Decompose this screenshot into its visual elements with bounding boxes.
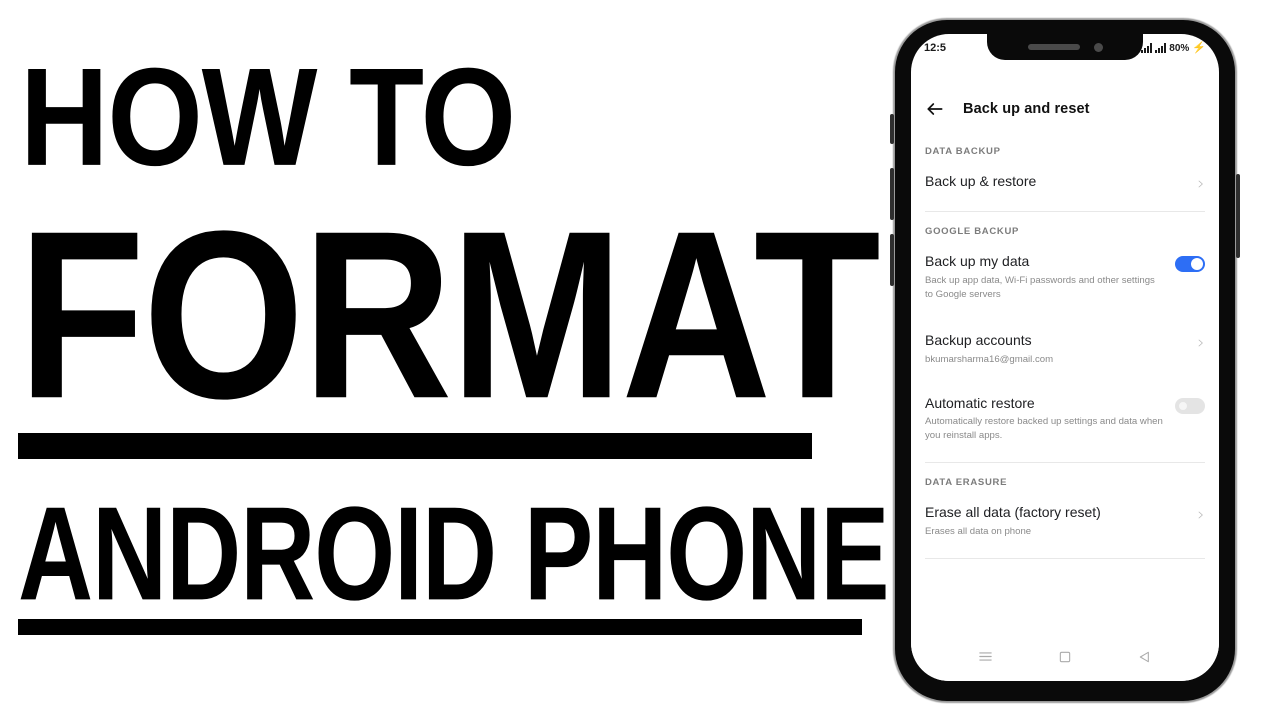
chevron-right-icon[interactable] <box>1196 176 1205 192</box>
title-rule-thin <box>18 619 862 635</box>
row-subtitle: bkumarsharma16@gmail.com <box>925 353 1054 365</box>
list-item-erase-all-data[interactable]: Erase all data (factory reset) Erases al… <box>925 502 1205 541</box>
row-subtitle: Back up app data, Wi-Fi passwords and ot… <box>925 274 1155 300</box>
row-control[interactable] <box>1175 394 1205 414</box>
battery-percent-label: 80% <box>1169 42 1190 54</box>
bolt-icon: ⚡ <box>1192 41 1206 54</box>
section-header-google-backup: GOOGLE BACKUP <box>925 226 1020 237</box>
row-title: Back up & restore <box>925 173 1037 189</box>
volume-down-button[interactable] <box>890 234 894 286</box>
section-header-data-backup: DATA BACKUP <box>925 146 1001 157</box>
thumbnail-title-block: HOW TO FORMAT ANDROID PHONE <box>0 0 890 720</box>
row-text: Back up & restore <box>925 172 1186 191</box>
signal-bars-icon <box>1141 43 1153 53</box>
row-title: Back up my data <box>925 253 1030 269</box>
page-title: Back up and reset <box>963 101 1090 117</box>
section-divider-2 <box>925 462 1205 464</box>
back-triangle-icon[interactable] <box>1137 649 1153 670</box>
title-line-android-phone: ANDROID PHONE <box>18 480 890 629</box>
title-line-how-to: HOW TO <box>20 39 516 196</box>
row-title: Automatic restore <box>925 394 1035 411</box>
row-text: Erase all data (factory reset) Erases al… <box>925 503 1186 539</box>
toggle-automatic-restore[interactable] <box>1175 397 1205 414</box>
row-title: Backup accounts <box>925 331 1032 348</box>
section-header-data-erasure: DATA ERASURE <box>925 477 1008 489</box>
power-button[interactable] <box>1236 174 1240 258</box>
app-header: Back up and reset <box>911 89 1219 129</box>
home-square-icon[interactable] <box>1057 649 1073 670</box>
row-control[interactable] <box>1196 331 1205 351</box>
list-item-back-up-my-data[interactable]: Back up my data Back up app data, Wi-Fi … <box>925 251 1205 304</box>
section-divider-1 <box>925 211 1205 212</box>
row-subtitle: Automatically restore backed up settings… <box>925 416 1163 442</box>
row-control[interactable] <box>1196 503 1205 523</box>
phone-notch <box>987 34 1143 60</box>
menu-icon[interactable] <box>977 648 994 670</box>
phone-mockup: 12:5 80% ⚡ Back up and reset DATA BACKUP… <box>890 18 1240 703</box>
row-text: Back up my data Back up app data, Wi-Fi … <box>925 252 1165 302</box>
toggle-knob <box>1177 399 1189 412</box>
toggle-knob <box>1191 258 1203 270</box>
chevron-right-icon[interactable] <box>1196 507 1205 523</box>
status-bar-left: 12:5 <box>924 42 946 54</box>
row-control[interactable] <box>1196 172 1205 192</box>
row-subtitle: Erases all data on phone <box>925 526 1032 538</box>
back-arrow-icon[interactable] <box>925 99 945 119</box>
row-title: Erase all data (factory reset) <box>925 504 1101 521</box>
row-text: Automatic restore Automatically restore … <box>925 394 1165 444</box>
signal-bars-icon-secondary <box>1155 43 1167 53</box>
mute-switch-button[interactable] <box>890 114 894 144</box>
row-control[interactable] <box>1175 252 1205 272</box>
list-item-automatic-restore[interactable]: Automatic restore Automatically restore … <box>925 393 1205 446</box>
list-item-back-up-and-restore[interactable]: Back up & restore <box>925 171 1205 194</box>
section-divider-3 <box>925 558 1205 559</box>
title-rule-thick <box>18 433 812 459</box>
android-navigation-bar <box>911 637 1219 681</box>
row-text: Backup accounts bkumarsharma16@gmail.com <box>925 331 1186 367</box>
status-bar-right: 80% ⚡ <box>1141 41 1206 54</box>
earpiece-speaker-icon <box>1027 44 1080 50</box>
toggle-back-up-my-data[interactable] <box>1175 256 1205 272</box>
volume-up-button[interactable] <box>890 168 894 220</box>
settings-list[interactable]: DATA BACKUP Back up & restore GOOGLE BAC… <box>911 132 1219 635</box>
screenshot-canvas: HOW TO FORMAT ANDROID PHONE 12:5 80% ⚡ B… <box>0 0 1280 720</box>
chevron-right-icon[interactable] <box>1196 335 1205 351</box>
list-item-backup-accounts[interactable]: Backup accounts bkumarsharma16@gmail.com <box>925 330 1205 369</box>
phone-screen: 12:5 80% ⚡ Back up and reset DATA BACKUP… <box>911 34 1219 681</box>
title-line-format: FORMAT <box>18 181 881 449</box>
status-bar-clock: 12:5 <box>924 42 947 54</box>
front-camera-icon <box>1093 42 1103 52</box>
